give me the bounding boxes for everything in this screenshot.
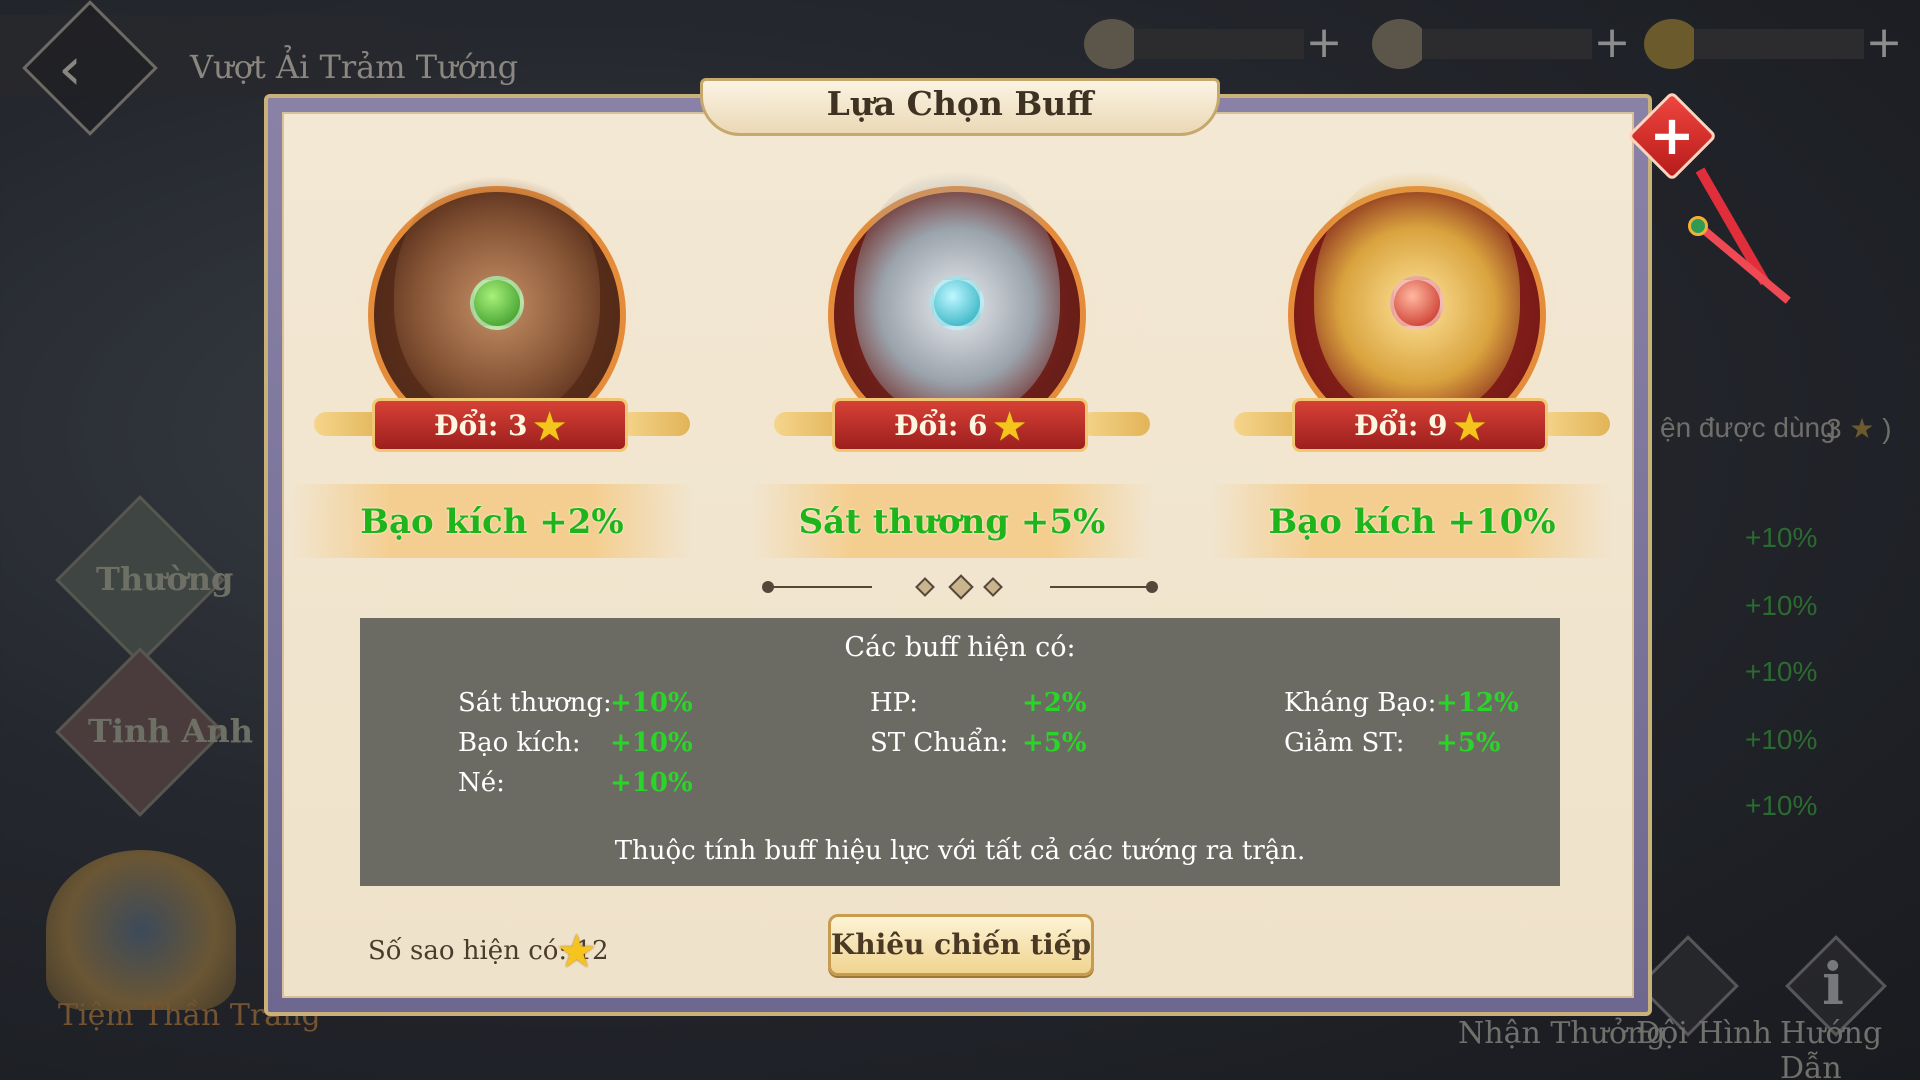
star-icon: ★ xyxy=(556,925,598,977)
currency-bar xyxy=(1422,29,1592,59)
stat-label: Kháng Bạo: xyxy=(1284,688,1437,718)
buff-effect: Sát thương +5% xyxy=(798,502,1106,542)
red-gem-icon xyxy=(1390,276,1444,330)
divider-dot xyxy=(1146,581,1158,593)
cyan-gem-icon xyxy=(930,276,984,330)
silver-ingot-icon xyxy=(1084,19,1140,69)
currency-bar xyxy=(1134,29,1304,59)
close-icon[interactable]: + xyxy=(1644,108,1700,164)
stat-value: +10% xyxy=(610,768,693,798)
buff-cost: Đổi: 9 ★ xyxy=(1354,406,1486,448)
jade-ornament-icon xyxy=(1688,216,1708,236)
green-gem-icon xyxy=(470,276,524,330)
coins-icon xyxy=(1372,19,1428,69)
stat-label: Giảm ST: xyxy=(1284,728,1405,758)
team-button[interactable]: Đội Hình xyxy=(1636,1016,1772,1051)
currency-gold: + xyxy=(1644,19,1904,69)
page-title: Vượt Ải Trảm Tướng xyxy=(190,48,519,86)
right-value: +10% xyxy=(1745,790,1818,821)
right-hint-count: 3 ★ ) xyxy=(1826,413,1892,444)
stat-value: +10% xyxy=(610,688,693,718)
buff-cost: Đổi: 6 ★ xyxy=(894,406,1026,448)
divider-line xyxy=(768,586,872,588)
modal-title: Lựa Chọn Buff xyxy=(826,84,1094,123)
mode-normal-label: Thường xyxy=(96,560,234,598)
star-icon: ★ xyxy=(1849,413,1875,444)
stat-value: +2% xyxy=(1022,688,1087,718)
ribbon-wing xyxy=(620,412,690,436)
buff-effect: Bạo kích +10% xyxy=(1268,502,1556,542)
guide-button[interactable]: Hướng Dẫn xyxy=(1780,1016,1920,1080)
buff-cost: Đổi: 3 ★ xyxy=(434,406,566,448)
claim-reward-button[interactable]: Nhận Thưởng xyxy=(1458,1016,1666,1051)
buff-card-3[interactable]: Đổi: 9 ★ Bạo kích +10% xyxy=(1212,150,1612,570)
buff-note: Thuộc tính buff hiệu lực với tất cả các … xyxy=(614,836,1306,866)
info-icon: i xyxy=(1822,950,1845,1018)
shop-emblem-icon[interactable] xyxy=(46,850,236,1010)
right-hint-text: ện được dùng xyxy=(1660,412,1836,443)
stat-value: +12% xyxy=(1436,688,1519,718)
right-value: +10% xyxy=(1745,590,1818,621)
star-icon: ★ xyxy=(1453,406,1486,448)
currency-bar xyxy=(1694,29,1864,59)
stat-label: Bạo kích: xyxy=(458,728,581,758)
continue-challenge-label[interactable]: Khiêu chiến tiếp xyxy=(828,928,1094,961)
add-gold-button[interactable]: + xyxy=(1864,21,1904,65)
right-value: +10% xyxy=(1745,522,1818,553)
stat-label: Né: xyxy=(458,768,505,798)
stat-label: HP: xyxy=(870,688,919,718)
add-coins-button[interactable]: + xyxy=(1592,21,1632,65)
buff-card-1[interactable]: Đổi: 3 ★ Bạo kích +2% xyxy=(292,150,692,570)
star-icon: ★ xyxy=(993,406,1026,448)
stat-value: +5% xyxy=(1436,728,1501,758)
back-arrow-icon: ‹ xyxy=(58,34,82,104)
currency-coins: + xyxy=(1372,19,1632,69)
stat-value: +5% xyxy=(1022,728,1087,758)
divider-line xyxy=(1050,586,1154,588)
divider-dot xyxy=(762,581,774,593)
currency-silver: + xyxy=(1084,19,1344,69)
gold-ingot-icon xyxy=(1644,19,1700,69)
right-value: +10% xyxy=(1745,656,1818,687)
right-value: +10% xyxy=(1745,724,1818,755)
ribbon-wing xyxy=(1540,412,1610,436)
current-buffs-title: Các buff hiện có: xyxy=(844,632,1076,663)
mode-elite-label: Tinh Anh xyxy=(88,712,253,750)
star-icon: ★ xyxy=(533,406,566,448)
buff-effect: Bạo kích +2% xyxy=(360,502,624,542)
stat-label: Sát thương: xyxy=(458,688,612,718)
ribbon-wing xyxy=(1080,412,1150,436)
buff-card-2[interactable]: Đổi: 6 ★ Sát thương +5% xyxy=(752,150,1152,570)
stat-label: ST Chuẩn: xyxy=(870,728,1009,758)
add-silver-button[interactable]: + xyxy=(1304,21,1344,65)
stat-value: +10% xyxy=(610,728,693,758)
